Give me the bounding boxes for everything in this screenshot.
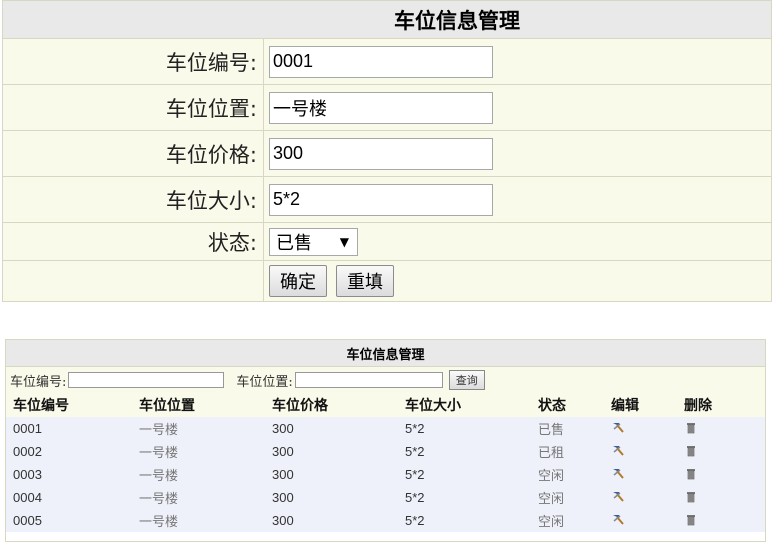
table-row: 0003 一号楼 300 5*2 空闲 <box>6 463 765 486</box>
column-header: 车位位置 <box>139 398 195 414</box>
cell-status: 空闲 <box>538 515 565 530</box>
list-title: 车位信息管理 <box>6 340 765 367</box>
search-number-input[interactable] <box>68 372 225 388</box>
cell-status: 已租 <box>538 446 565 461</box>
cell-number: 0004 <box>13 490 42 505</box>
cell-number: 0001 <box>13 421 42 436</box>
location-label: 车位位置: <box>3 85 264 130</box>
search-bar: 车位编号: 车位位置: 查询 <box>6 367 765 393</box>
table-row: 0005 一号楼 300 5*2 空闲 <box>6 509 765 532</box>
price-input[interactable] <box>269 137 493 170</box>
cell-location: 一号楼 <box>139 446 179 461</box>
cell-number: 0005 <box>13 513 42 528</box>
trash-icon[interactable] <box>684 420 698 434</box>
edit-hammer-icon[interactable] <box>611 489 625 503</box>
form-title: 车位信息管理 <box>3 1 771 39</box>
cell-price: 300 <box>272 490 294 505</box>
edit-hammer-icon[interactable] <box>611 512 625 526</box>
table-header: 车位编号 车位位置 车位价格 车位大小 状态 编辑 删除 <box>6 393 765 417</box>
number-label: 车位编号: <box>3 39 264 84</box>
edit-hammer-icon[interactable] <box>611 420 625 434</box>
column-header: 车位价格 <box>272 398 328 414</box>
form-row-size: 车位大小: <box>3 177 771 223</box>
search-number-label: 车位编号: <box>10 374 67 390</box>
confirm-button[interactable]: 确定 <box>269 265 327 297</box>
table-row: 0001 一号楼 300 5*2 已售 <box>6 417 765 440</box>
cell-size: 5*2 <box>405 444 425 459</box>
query-button[interactable]: 查询 <box>448 370 485 390</box>
size-label: 车位大小: <box>3 177 264 222</box>
trash-icon[interactable] <box>684 489 698 503</box>
price-label: 车位价格: <box>3 131 264 176</box>
edit-hammer-icon[interactable] <box>611 443 625 457</box>
edit-hammer-icon[interactable] <box>611 466 625 480</box>
cell-location: 一号楼 <box>139 515 179 530</box>
table-row: 0002 一号楼 300 5*2 已租 <box>6 440 765 463</box>
table-row: 0004 一号楼 300 5*2 空闲 <box>6 486 765 509</box>
status-select[interactable]: 已售 ▼ <box>269 227 358 256</box>
reset-button[interactable]: 重填 <box>336 265 394 297</box>
trash-icon[interactable] <box>684 466 698 480</box>
column-header: 编辑 <box>611 398 639 414</box>
cell-status: 已售 <box>538 423 565 438</box>
actions-label-spacer <box>3 261 264 301</box>
size-input[interactable] <box>269 183 493 216</box>
form-row-price: 车位价格: <box>3 131 771 177</box>
cell-price: 300 <box>272 513 294 528</box>
column-header: 删除 <box>684 398 712 414</box>
cell-status: 空闲 <box>538 469 565 484</box>
cell-location: 一号楼 <box>139 469 179 484</box>
cell-number: 0003 <box>13 467 42 482</box>
cell-price: 300 <box>272 467 294 482</box>
search-location-label: 车位位置: <box>236 374 293 390</box>
trash-icon[interactable] <box>684 512 698 526</box>
parking-list: 车位信息管理 车位编号: 车位位置: 查询 车位编号 车位位置 车位价格 车位大… <box>5 339 766 542</box>
cell-size: 5*2 <box>405 513 425 528</box>
column-header: 车位大小 <box>405 398 461 414</box>
status-label: 状态: <box>3 223 264 260</box>
cell-price: 300 <box>272 444 294 459</box>
number-input[interactable] <box>269 45 493 78</box>
column-header: 状态 <box>538 398 566 414</box>
cell-size: 5*2 <box>405 467 425 482</box>
cell-price: 300 <box>272 421 294 436</box>
status-select-value: 已售 <box>276 232 312 254</box>
form-row-number: 车位编号: <box>3 39 771 85</box>
chevron-down-icon: ▼ <box>339 234 349 249</box>
cell-location: 一号楼 <box>139 423 179 438</box>
form-row-location: 车位位置: <box>3 85 771 131</box>
cell-location: 一号楼 <box>139 492 179 507</box>
cell-size: 5*2 <box>405 421 425 436</box>
trash-icon[interactable] <box>684 443 698 457</box>
location-input[interactable] <box>269 91 493 124</box>
cell-status: 空闲 <box>538 492 565 507</box>
form-row-actions: 确定 重填 <box>3 261 771 301</box>
table-body: 0001 一号楼 300 5*2 已售 0002 一号楼 300 5*2 已租 … <box>6 417 765 532</box>
column-header: 车位编号 <box>13 398 69 414</box>
parking-form: 车位信息管理 车位编号: 车位位置: 车位价格: 车位大小: 状态: 已售 ▼ … <box>2 0 772 302</box>
cell-size: 5*2 <box>405 490 425 505</box>
search-location-input[interactable] <box>294 372 443 388</box>
cell-number: 0002 <box>13 444 42 459</box>
form-row-status: 状态: 已售 ▼ <box>3 223 771 261</box>
